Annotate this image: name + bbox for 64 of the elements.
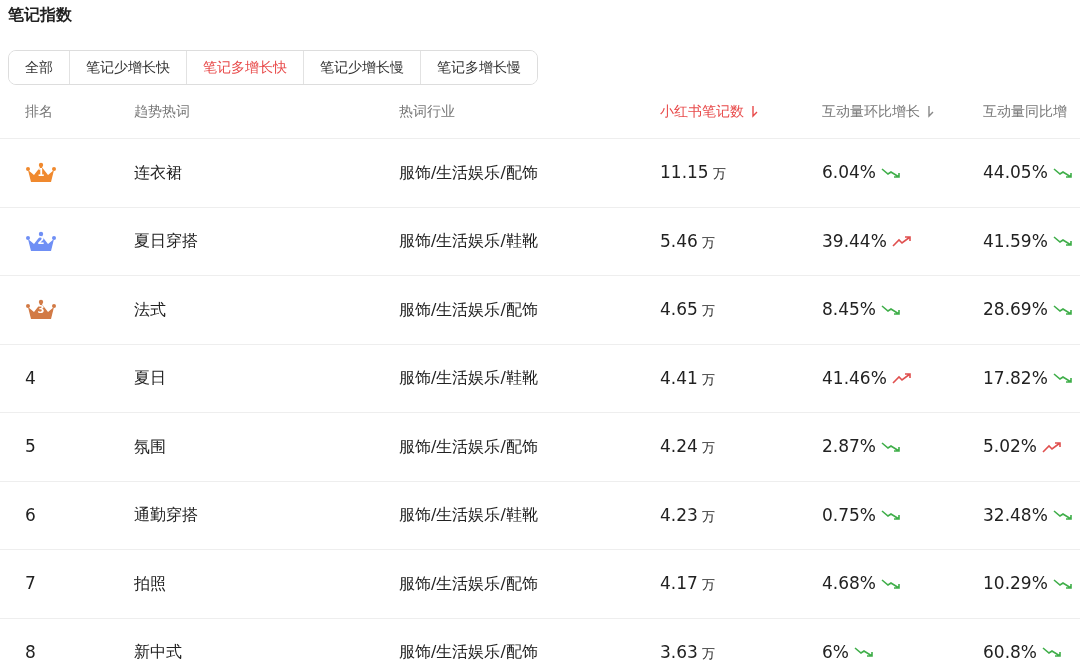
column-header: 热词行业	[399, 102, 455, 121]
yoy-growth: 10.29%	[983, 572, 1048, 595]
rank-number: 4	[25, 366, 36, 390]
mom-growth: 39.44%	[822, 229, 887, 253]
column-header: 排名	[25, 102, 53, 121]
column-header: 互动量同比增	[983, 102, 1067, 121]
industry-text: 服饰/生活娱乐/鞋靴	[399, 230, 539, 253]
yoy-growth: 41.59%	[983, 229, 1048, 253]
rank-number: 6	[25, 503, 36, 527]
keyword-text: 通勤穿搭	[134, 504, 199, 527]
mom-growth: 6.04%	[822, 161, 876, 184]
note-count: 4.23	[660, 503, 698, 527]
filter-tab[interactable]: 全部	[9, 51, 70, 84]
column-header: 趋势热词	[134, 102, 190, 121]
mom-growth: 2.87%	[822, 435, 876, 458]
yoy-growth: 28.69%	[983, 298, 1048, 321]
keyword-text: 氛围	[134, 435, 167, 458]
note-count: 11.15	[660, 161, 709, 184]
note-count: 4.41	[660, 366, 698, 390]
rank-number: 5	[25, 435, 36, 458]
yoy-growth: 60.8%	[983, 640, 1037, 664]
industry-text: 服饰/生活娱乐/配饰	[399, 435, 539, 458]
keyword-text: 夏日穿搭	[134, 230, 199, 253]
keyword-text: 法式	[134, 298, 167, 321]
rank-number: 7	[25, 572, 36, 595]
note-count: 4.65	[660, 298, 698, 321]
keyword-text: 夏日	[134, 367, 167, 390]
mom-growth: 6%	[822, 640, 849, 664]
unit-label: 万	[701, 302, 715, 320]
mom-growth: 4.68%	[822, 572, 876, 595]
note-count: 4.17	[660, 572, 698, 595]
unit-label: 万	[701, 370, 715, 389]
industry-text: 服饰/生活娱乐/配饰	[399, 572, 539, 595]
rank-number: 8	[25, 640, 36, 664]
note-count: 5.46	[660, 229, 698, 253]
mom-growth: 8.45%	[822, 298, 876, 321]
note-count: 3.63	[660, 640, 698, 664]
yoy-growth: 17.82%	[983, 366, 1048, 390]
keyword-text: 连衣裙	[134, 161, 183, 184]
industry-text: 服饰/生活娱乐/配饰	[399, 161, 539, 184]
column-header[interactable]: 互动量环比增长	[822, 101, 920, 122]
unit-label: 万	[701, 233, 715, 252]
keyword-text: 拍照	[134, 572, 167, 595]
industry-text: 服饰/生活娱乐/配饰	[399, 298, 539, 321]
mom-growth: 0.75%	[822, 503, 876, 527]
industry-text: 服饰/生活娱乐/配饰	[399, 641, 539, 664]
unit-label: 万	[701, 439, 715, 457]
note-count: 4.24	[660, 435, 698, 458]
unit-label: 万	[701, 644, 715, 663]
unit-label: 万	[712, 165, 726, 183]
unit-label: 万	[701, 576, 715, 594]
keyword-text: 新中式	[134, 641, 183, 664]
mom-growth: 41.46%	[822, 366, 887, 390]
unit-label: 万	[701, 507, 715, 526]
column-header[interactable]: 小红书笔记数	[660, 101, 744, 122]
yoy-growth: 44.05%	[983, 161, 1048, 184]
page-title: 笔记指数	[7, 4, 73, 26]
industry-text: 服饰/生活娱乐/鞋靴	[399, 367, 539, 390]
rank-number: 1	[36, 167, 46, 178]
industry-text: 服饰/生活娱乐/鞋靴	[399, 504, 539, 527]
yoy-growth: 32.48%	[983, 503, 1048, 527]
rank-number: 2	[36, 236, 46, 247]
yoy-growth: 5.02%	[983, 435, 1037, 458]
rank-number: 3	[36, 304, 46, 315]
